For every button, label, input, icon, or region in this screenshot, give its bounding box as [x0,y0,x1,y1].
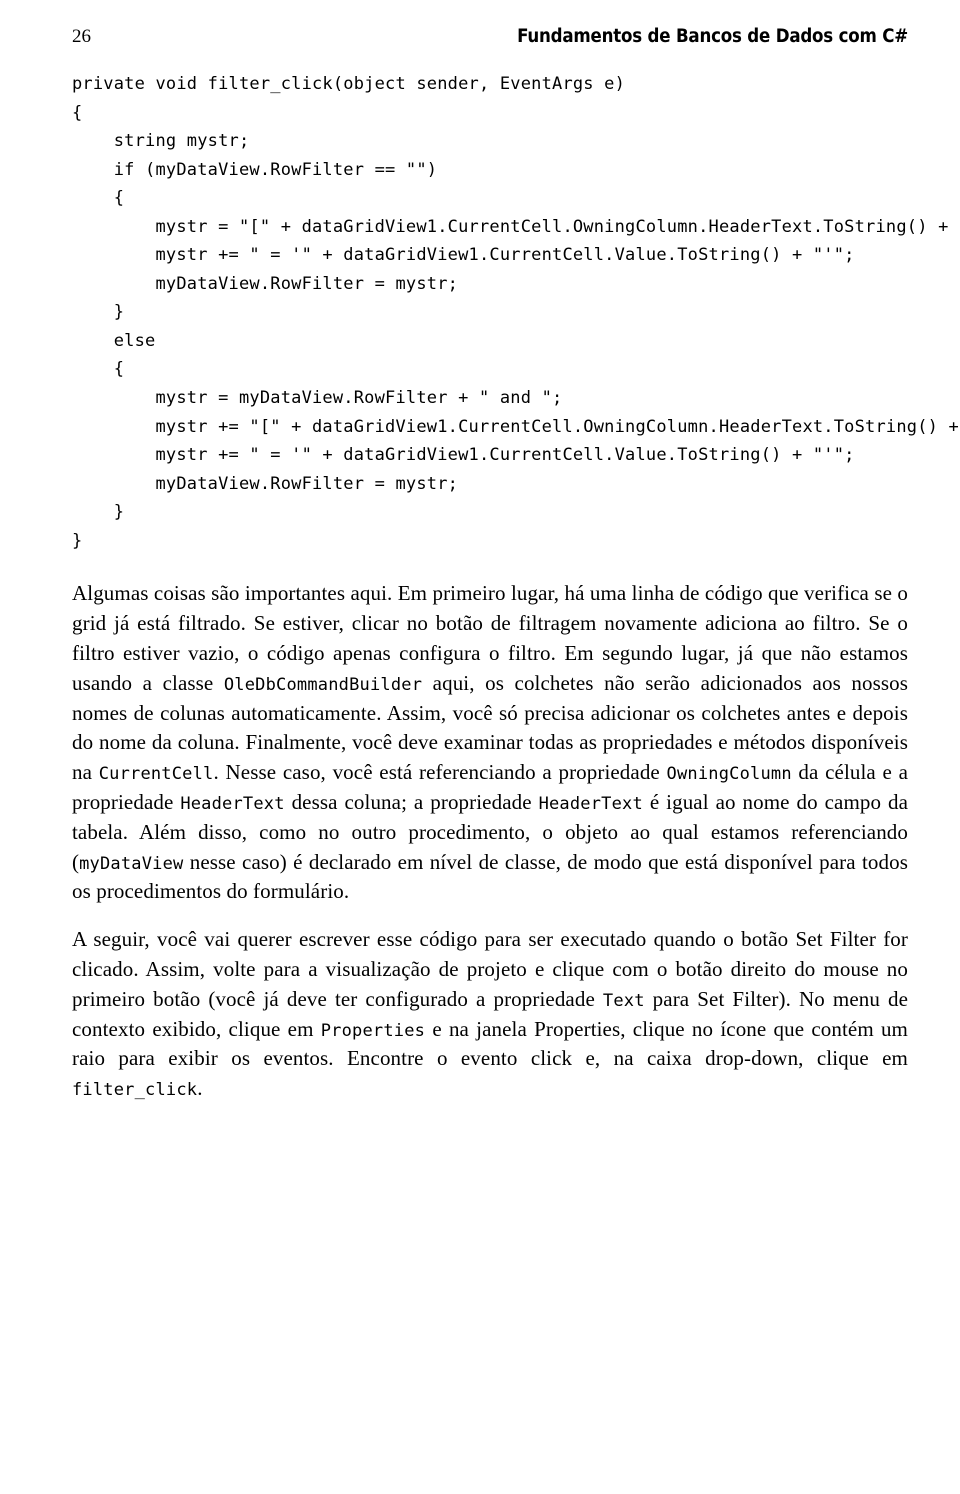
text-run: . [197,1076,202,1100]
text-run: nesse caso) é declarado em nível de clas… [72,850,908,904]
code-line: mystr = "[" + dataGridView1.CurrentCell.… [72,217,960,237]
text-run: dessa coluna; a propriedade [285,790,539,814]
inline-code: OwningColumn [667,764,792,784]
inline-code: filter_click [72,1080,197,1100]
code-line: { [72,188,124,208]
code-line: if (myDataView.RowFilter == "") [72,160,437,180]
inline-code: HeaderText [539,794,643,814]
code-line: { [72,103,82,123]
code-line: string mystr; [72,131,249,151]
inline-code: OleDbCommandBuilder [224,675,422,695]
inline-code: Properties [321,1021,425,1041]
text-run: . Nesse caso, você está referenciando a … [214,760,667,784]
code-line: mystr += " = '" + dataGridView1.CurrentC… [72,445,855,465]
code-line: myDataView.RowFilter = mystr; [72,474,458,494]
code-line: } [72,531,82,551]
code-line: myDataView.RowFilter = mystr; [72,274,458,294]
inline-code: CurrentCell [99,764,214,784]
inline-code: HeaderText [180,794,284,814]
code-line: { [72,359,124,379]
code-line: mystr += "[" + dataGridView1.CurrentCell… [72,417,960,437]
code-line: else [72,331,155,351]
code-line: private void filter_click(object sender,… [72,74,625,94]
inline-code: myDataView [79,854,183,874]
code-line: } [72,302,124,322]
running-head: Fundamentos de Bancos de Dados com C# [517,26,908,47]
inline-code: Text [603,991,645,1011]
page-number: 26 [72,26,91,48]
code-line: mystr = myDataView.RowFilter + " and "; [72,388,562,408]
body-paragraph-1: Algumas coisas são importantes aqui. Em … [72,579,908,907]
code-block: private void filter_click(object sender,… [72,70,908,555]
body-paragraph-2: A seguir, você vai querer escrever esse … [72,925,908,1104]
page-header: 26 Fundamentos de Bancos de Dados com C# [72,26,908,48]
code-line: mystr += " = '" + dataGridView1.CurrentC… [72,245,855,265]
code-line: } [72,502,124,522]
